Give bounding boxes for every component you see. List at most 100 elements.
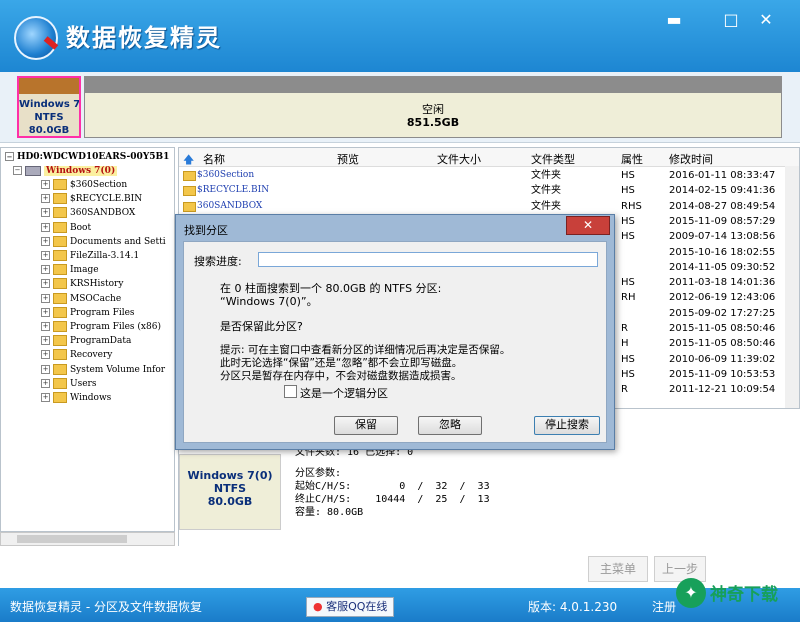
- maximize-button[interactable]: □: [720, 10, 742, 30]
- tree-folder-item[interactable]: + Recovery: [41, 348, 112, 362]
- expand-icon[interactable]: +: [41, 336, 50, 346]
- file-name: $360Section: [197, 170, 255, 180]
- tree-folder-item[interactable]: + Image: [41, 263, 99, 277]
- expand-icon[interactable]: +: [41, 364, 50, 374]
- tree-folder-item[interactable]: + ProgramData: [41, 334, 131, 348]
- file-time: 2011-12-21 10:09:54: [669, 384, 776, 396]
- file-list-header: 🡅 名称 预览 文件大小 文件类型 属性 修改时间: [179, 148, 799, 167]
- partition-block-windows7[interactable]: Windows 7(0) NTFS 80.0GB: [17, 76, 81, 138]
- free-label: 空闲: [422, 103, 444, 116]
- folder-icon: [53, 292, 67, 304]
- column-attr[interactable]: 属性: [621, 151, 643, 167]
- partition-params: 文件夹数: 16 已选择: 0 分区参数: 起始C/H/S: 0 / 32 / …: [295, 446, 490, 519]
- logical-partition-label[interactable]: 这是一个逻辑分区: [300, 385, 388, 401]
- search-progress-bar: [258, 252, 598, 267]
- search-progress-label: 搜索进度:: [194, 255, 242, 268]
- file-time: 2015-10-16 18:02:55: [669, 246, 776, 258]
- column-size[interactable]: 文件大小: [437, 151, 481, 167]
- partition-block-free[interactable]: 空闲 851.5GB: [84, 76, 782, 138]
- file-type: 文件夹: [531, 170, 561, 181]
- folder-icon: [183, 201, 196, 212]
- folder-icon: [53, 264, 67, 276]
- tree-horizontal-scrollbar[interactable]: [0, 532, 175, 546]
- folder-icon: [183, 171, 196, 181]
- expand-icon[interactable]: +: [41, 208, 50, 218]
- file-row[interactable]: $RECYCLE.BIN 文件夹 HS 2014-02-15 09:41:36: [179, 183, 785, 198]
- expand-icon[interactable]: +: [41, 194, 50, 204]
- expand-icon[interactable]: +: [41, 236, 50, 246]
- tree-folder-item[interactable]: + Users: [41, 377, 96, 391]
- expand-icon[interactable]: +: [41, 393, 50, 402]
- register-link[interactable]: 注册: [652, 598, 676, 615]
- file-time: 2015-11-09 08:57:29: [669, 215, 776, 227]
- folder-icon: [53, 335, 67, 347]
- file-row[interactable]: $360Section 文件夹 HS 2016-01-11 08:33:47: [179, 168, 785, 183]
- tree-folder-item[interactable]: + Boot: [41, 221, 91, 235]
- start-chs: 起始C/H/S: 0 / 32 / 33: [295, 481, 490, 492]
- qq-support-button[interactable]: ● 客服QQ在线: [306, 597, 395, 617]
- tree-folder-item[interactable]: + MSOCache: [41, 292, 121, 306]
- file-row[interactable]: 360SANDBOX 文件夹 RHS 2014-08-27 08:49:54: [179, 199, 785, 214]
- file-time: 2016-01-11 08:33:47: [669, 170, 776, 181]
- tree-folder-item[interactable]: +360SANDBOX: [41, 206, 135, 220]
- expand-icon[interactable]: +: [41, 293, 50, 303]
- collapse-icon[interactable]: −: [13, 166, 22, 175]
- minimize-button[interactable]: ▬: [663, 10, 685, 30]
- info-partition-block: Windows 7(0) NTFS 80.0GB: [179, 454, 281, 530]
- file-attr: RHS: [621, 200, 642, 212]
- expand-icon[interactable]: +: [41, 265, 50, 275]
- column-type[interactable]: 文件类型: [531, 151, 575, 167]
- expand-icon[interactable]: +: [41, 180, 50, 189]
- expand-icon[interactable]: +: [41, 350, 50, 360]
- tree-folder-item[interactable]: + Program Files (x86): [41, 320, 161, 334]
- folder-tree[interactable]: − HD0:WDCWD10EARS-00Y5B1 − Windows 7(0) + $…: [0, 147, 175, 532]
- file-type: 文件夹: [531, 200, 561, 212]
- tree-folder-item[interactable]: + FileZilla-3.14.1: [41, 249, 139, 263]
- column-name[interactable]: 名称: [203, 151, 225, 167]
- tip-line3: 分区只是暂存在内存中，不会对磁盘数据造成损害。: [220, 370, 462, 382]
- column-preview[interactable]: 预览: [337, 151, 359, 167]
- file-time: 2015-11-05 08:50:46: [669, 338, 776, 350]
- file-time: 2014-11-05 09:30:52: [669, 261, 776, 273]
- tree-folder-item[interactable]: + $360Section: [41, 178, 127, 192]
- column-time[interactable]: 修改时间: [669, 151, 713, 167]
- folder-icon: [183, 186, 196, 197]
- file-time: 2010-06-09 11:39:02: [669, 353, 776, 365]
- folder-icon: [53, 235, 67, 247]
- partition-name: Windows 7(0): [19, 99, 79, 110]
- expand-icon[interactable]: +: [41, 378, 50, 388]
- collapse-icon[interactable]: −: [5, 152, 14, 161]
- file-attr: HS: [621, 277, 635, 289]
- file-attr: R: [621, 384, 628, 396]
- stop-search-button[interactable]: 停止搜索: [534, 416, 600, 435]
- tree-folder-item[interactable]: + System Volume Infor: [41, 363, 165, 377]
- main-menu-button[interactable]: 主菜单: [588, 556, 648, 582]
- dialog-close-button[interactable]: ✕: [566, 216, 610, 235]
- file-time: 2011-03-18 14:01:36: [669, 277, 776, 289]
- keep-button[interactable]: 保留: [334, 416, 398, 435]
- expand-icon[interactable]: +: [41, 307, 50, 317]
- expand-icon[interactable]: +: [41, 279, 50, 289]
- logical-partition-checkbox[interactable]: [284, 385, 297, 398]
- tree-partition-node[interactable]: − Windows 7(0): [13, 164, 118, 178]
- tree-folder-item[interactable]: + Documents and Setti: [41, 235, 166, 249]
- expand-icon[interactable]: +: [41, 251, 50, 260]
- folder-icon: [53, 321, 67, 332]
- file-time: 2009-07-14 13:08:56: [669, 231, 776, 243]
- ignore-button[interactable]: 忽略: [418, 416, 482, 435]
- partition-info-panel: Windows 7(0) NTFS 80.0GB 文件夹数: 16 已选择: 0…: [178, 446, 800, 546]
- app-logo-icon: [14, 16, 58, 60]
- dialog-body: 搜索进度: 在 0 柱面搜索到一个 80.0GB 的 NTFS 分区: “Win…: [183, 241, 607, 443]
- end-chs: 终止C/H/S: 10444 / 25 / 13: [295, 494, 490, 505]
- tree-folder-item[interactable]: + KRSHistory: [41, 277, 123, 291]
- tree-folder-item[interactable]: + $RECYCLE.BIN: [41, 192, 142, 206]
- tree-folder-item[interactable]: + Windows: [41, 391, 111, 405]
- expand-icon[interactable]: +: [41, 222, 50, 232]
- file-list-scrollbar[interactable]: [785, 166, 799, 408]
- close-button[interactable]: ✕: [755, 10, 777, 30]
- expand-icon[interactable]: +: [41, 322, 50, 331]
- tree-disk-node[interactable]: − HD0:WDCWD10EARS-00Y5B1: [5, 150, 169, 164]
- partition-fs: NTFS: [34, 112, 64, 123]
- tree-folder-item[interactable]: + Program Files: [41, 306, 135, 320]
- keep-question: 是否保留此分区?: [220, 320, 303, 333]
